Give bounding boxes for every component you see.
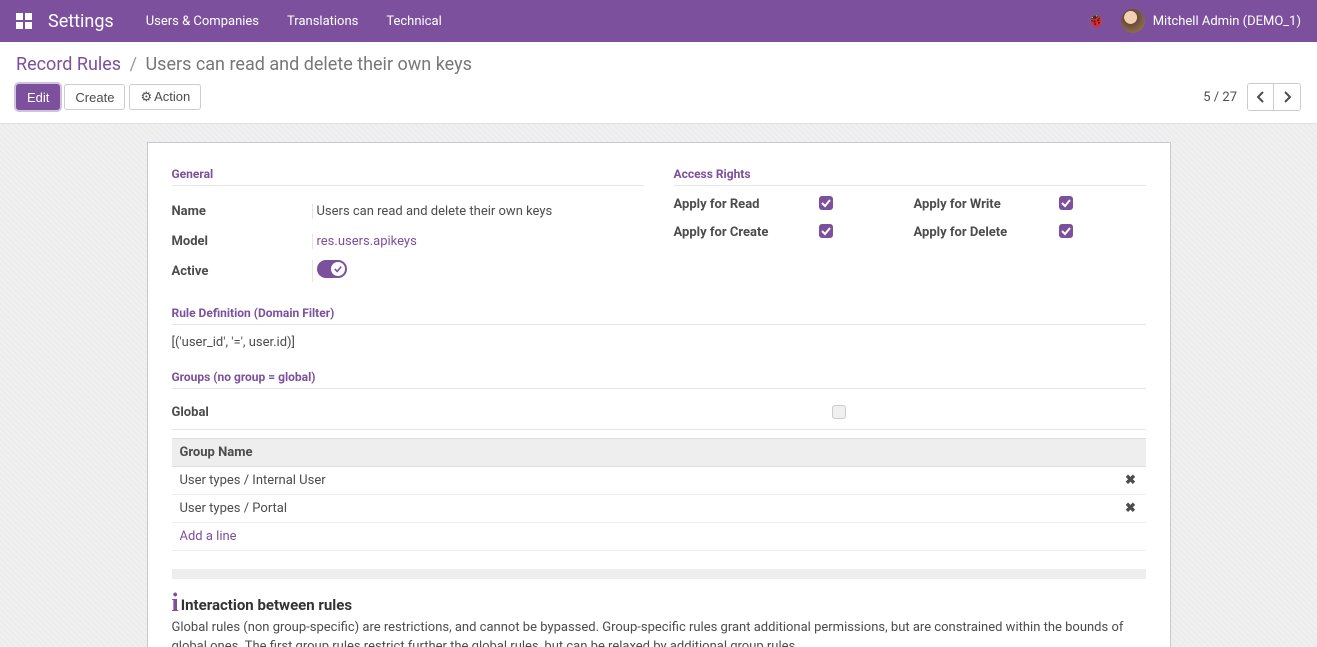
label-model: Model bbox=[172, 234, 312, 249]
label-global: Global bbox=[172, 405, 832, 423]
content-area: General Name Users can read and delete t… bbox=[0, 124, 1317, 647]
active-toggle[interactable] bbox=[317, 260, 347, 278]
table-row: Add a line bbox=[172, 523, 1146, 551]
app-brand[interactable]: Settings bbox=[48, 11, 114, 32]
avatar bbox=[1121, 9, 1145, 33]
nav-translations[interactable]: Translations bbox=[287, 14, 358, 29]
debug-icon[interactable]: 🐞 bbox=[1087, 13, 1104, 29]
control-panel: Record Rules / Users can read and delete… bbox=[0, 42, 1317, 124]
user-menu[interactable]: Mitchell Admin (DEMO_1) bbox=[1121, 9, 1301, 33]
pager-next[interactable] bbox=[1274, 84, 1300, 110]
pager-counter[interactable]: 5 / 27 bbox=[1203, 90, 1237, 105]
cb-global[interactable] bbox=[832, 405, 846, 419]
value-name: Users can read and delete their own keys bbox=[312, 204, 644, 219]
section-access-rights: Access Rights bbox=[674, 167, 1146, 186]
label-delete: Apply for Delete bbox=[914, 225, 1059, 240]
delete-row-icon[interactable]: ✖ bbox=[1116, 467, 1146, 495]
form-sheet: General Name Users can read and delete t… bbox=[147, 142, 1171, 647]
label-write: Apply for Write bbox=[914, 197, 1059, 212]
label-active: Active bbox=[172, 264, 312, 279]
table-row[interactable]: User types / Internal User ✖ bbox=[172, 467, 1146, 495]
nav-users-companies[interactable]: Users & Companies bbox=[146, 14, 259, 29]
table-row[interactable]: User types / Portal ✖ bbox=[172, 495, 1146, 523]
cb-create[interactable] bbox=[819, 224, 833, 238]
section-groups: Groups (no group = global) bbox=[172, 370, 1146, 389]
cb-delete[interactable] bbox=[1059, 224, 1073, 238]
pager-prev[interactable] bbox=[1248, 84, 1274, 110]
top-navbar: Settings Users & Companies Translations … bbox=[0, 0, 1317, 42]
user-name: Mitchell Admin (DEMO_1) bbox=[1153, 14, 1301, 29]
label-create: Apply for Create bbox=[674, 225, 819, 240]
add-line-link[interactable]: Add a line bbox=[180, 529, 237, 544]
separator bbox=[172, 569, 1146, 579]
section-general: General bbox=[172, 167, 644, 186]
info-icon: i bbox=[172, 593, 179, 614]
value-model[interactable]: res.users.apikeys bbox=[317, 234, 417, 249]
info-title: Interaction between rules bbox=[181, 596, 352, 614]
cb-write[interactable] bbox=[1059, 196, 1073, 210]
apps-icon[interactable] bbox=[16, 13, 32, 29]
edit-button[interactable]: Edit bbox=[16, 84, 60, 110]
gear-icon: ⚙ bbox=[140, 89, 152, 104]
delete-row-icon[interactable]: ✖ bbox=[1116, 495, 1146, 523]
domain-value: [('user_id', '=', user.id)] bbox=[172, 335, 1146, 350]
nav-technical[interactable]: Technical bbox=[386, 14, 441, 29]
section-rule-def: Rule Definition (Domain Filter) bbox=[172, 306, 1146, 325]
action-button[interactable]: ⚙Action bbox=[129, 84, 201, 110]
cb-read[interactable] bbox=[819, 196, 833, 210]
breadcrumb-parent[interactable]: Record Rules bbox=[16, 54, 121, 75]
label-name: Name bbox=[172, 204, 312, 219]
groups-table: Group Name User types / Internal User ✖ … bbox=[172, 438, 1146, 551]
col-group-name: Group Name bbox=[172, 439, 1116, 467]
label-read: Apply for Read bbox=[674, 197, 819, 212]
breadcrumb: Record Rules / Users can read and delete… bbox=[16, 54, 1301, 75]
create-button[interactable]: Create bbox=[64, 84, 125, 110]
breadcrumb-current: Users can read and delete their own keys bbox=[145, 54, 471, 75]
info-text: Global rules (non group-specific) are re… bbox=[172, 618, 1146, 647]
